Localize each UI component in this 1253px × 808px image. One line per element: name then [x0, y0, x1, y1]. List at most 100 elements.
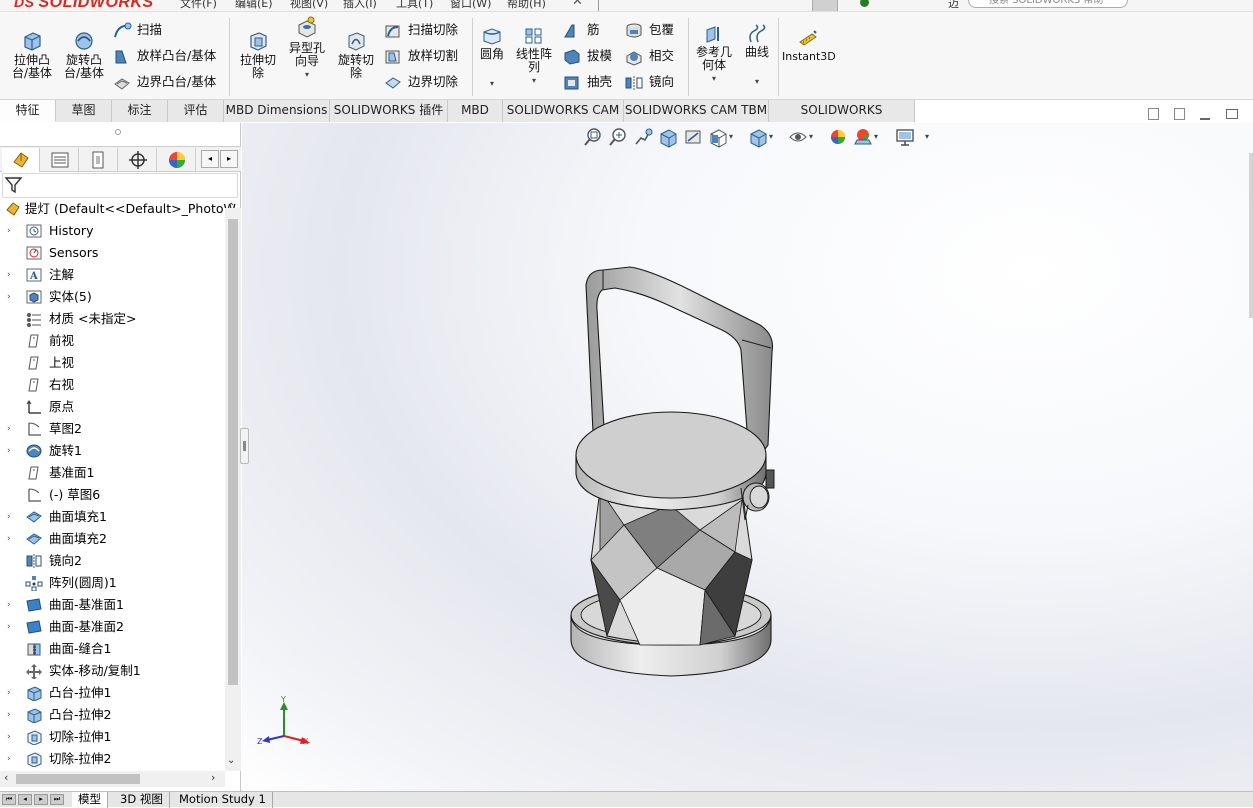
- fillet-dropdown[interactable]: ▾: [476, 77, 508, 90]
- pin-icon[interactable]: ✕: [572, 0, 583, 9]
- tab-markup[interactable]: 标注: [112, 100, 168, 122]
- search-input[interactable]: 搜索 SOLIDWORKS 帮助: [968, 0, 1128, 8]
- tree-item[interactable]: 镜向2: [0, 550, 225, 572]
- expand-arrow-icon[interactable]: ›: [7, 220, 11, 242]
- propertymanager-tab[interactable]: [41, 148, 79, 172]
- tree-item[interactable]: 曲面-缝合1: [0, 638, 225, 660]
- display-manager-tab[interactable]: [158, 148, 196, 172]
- first-tab-icon[interactable]: ⏮: [2, 794, 16, 805]
- tree-item[interactable]: › 曲面-基准面1: [0, 594, 225, 616]
- apply-scene-icon[interactable]: [853, 126, 873, 148]
- view-settings-dropdown[interactable]: ▾: [925, 132, 929, 141]
- tab-features[interactable]: 特征: [0, 100, 56, 122]
- tree-item[interactable]: (-) 草图6: [0, 484, 225, 506]
- expand-arrow-icon[interactable]: ›: [7, 726, 11, 748]
- dynamic-annotation-icon[interactable]: [683, 126, 703, 148]
- view-orientation-dropdown[interactable]: ▾: [729, 132, 733, 141]
- extrude-cut-button[interactable]: 拉伸切除: [235, 30, 281, 80]
- scroll-left-button[interactable]: ◂: [201, 150, 219, 168]
- expand-arrow-icon[interactable]: ›: [7, 506, 11, 528]
- tree-item[interactable]: › 曲面填充2: [0, 528, 225, 550]
- linear-pattern-dropdown[interactable]: ▾: [512, 74, 556, 87]
- shell-button[interactable]: 抽壳: [562, 72, 612, 92]
- mirror-button[interactable]: 镜向: [624, 72, 674, 92]
- wrap-button[interactable]: 包覆: [624, 20, 674, 40]
- intersect-button[interactable]: 相交: [624, 46, 674, 66]
- panel-grip-icon[interactable]: [115, 129, 121, 135]
- draft-button[interactable]: 拔模: [562, 46, 612, 66]
- expand-arrow-icon[interactable]: ›: [7, 616, 11, 638]
- tree-item[interactable]: 实体-移动/复制1: [0, 660, 225, 682]
- tree-root[interactable]: 提灯 (Default<<Default>_PhotoW ⌃: [0, 198, 236, 220]
- viewport-scrollbar[interactable]: [1249, 153, 1253, 318]
- tree-filter[interactable]: [2, 173, 238, 198]
- tree-item[interactable]: › 草图2: [0, 418, 225, 440]
- view-orientation-icon[interactable]: [708, 126, 728, 148]
- edit-appearance-icon[interactable]: [828, 126, 848, 148]
- tree-item[interactable]: Sensors: [0, 242, 225, 264]
- loft-boss-button[interactable]: 放样凸台/基体: [112, 46, 216, 66]
- menu-tools[interactable]: 工具(T): [396, 0, 433, 11]
- revolve-cut-button[interactable]: 旋转切除: [333, 30, 379, 80]
- boundary-cut-button[interactable]: 边界切除: [383, 72, 458, 92]
- last-tab-icon[interactable]: ⏭: [50, 794, 64, 805]
- tab-mbd-dimensions[interactable]: MBD Dimensions: [224, 100, 330, 122]
- menu-edit[interactable]: 编辑(E): [235, 0, 273, 11]
- expand-arrow-icon[interactable]: ›: [7, 528, 11, 550]
- tree-item[interactable]: 右视: [0, 374, 225, 396]
- solidworks-logo[interactable]: DS SOLIDWORKS: [14, 0, 154, 11]
- tree-item[interactable]: 上视: [0, 352, 225, 374]
- hide-show-items-icon[interactable]: [788, 126, 808, 148]
- tree-item[interactable]: 阵列(圆周)1: [0, 572, 225, 594]
- tree-item[interactable]: › A 注解: [0, 264, 225, 286]
- tab-sketch[interactable]: 草图: [56, 100, 112, 122]
- panel-collapse-handle[interactable]: [240, 428, 249, 464]
- fillet-button[interactable]: 圆角 ▾: [476, 26, 508, 90]
- featuremanager-tab[interactable]: [2, 148, 40, 172]
- sweep-button[interactable]: 扫描: [112, 20, 162, 40]
- boundary-boss-button[interactable]: 边界凸台/基体: [112, 72, 216, 92]
- tab-solidworks-addins[interactable]: SOLIDWORKS 插件: [330, 100, 448, 122]
- linear-pattern-button[interactable]: 线性阵列 ▾: [512, 26, 556, 87]
- menu-view[interactable]: 视图(V): [290, 0, 328, 11]
- tab-mbd[interactable]: MBD: [448, 100, 503, 122]
- tree-item[interactable]: › 实体(5): [0, 286, 225, 308]
- expand-arrow-icon[interactable]: ›: [7, 440, 11, 462]
- minimize-icon[interactable]: [1200, 118, 1210, 120]
- zoom-to-fit-icon[interactable]: [583, 126, 603, 148]
- expand-arrow-icon[interactable]: ›: [7, 748, 11, 770]
- tree-item[interactable]: › History: [0, 220, 225, 242]
- restore-left-icon[interactable]: [1148, 108, 1159, 120]
- curves-dropdown[interactable]: ▾: [740, 75, 774, 88]
- curves-button[interactable]: 曲线 ▾: [740, 24, 774, 88]
- display-style-icon[interactable]: [748, 126, 768, 148]
- tree-horizontal-scroll-thumb[interactable]: [16, 774, 140, 784]
- rib-button[interactable]: 筋: [562, 20, 600, 40]
- tree-item[interactable]: › 旋转1: [0, 440, 225, 462]
- expand-arrow-icon[interactable]: ›: [7, 594, 11, 616]
- reference-geometry-dropdown[interactable]: ▾: [692, 72, 736, 85]
- scroll-left-icon[interactable]: ‹: [4, 771, 8, 784]
- tree-item[interactable]: › 切除-拉伸2: [0, 748, 225, 770]
- expand-arrow-icon[interactable]: ›: [7, 264, 11, 286]
- tree-item[interactable]: › 切除-拉伸1: [0, 726, 225, 748]
- tree-item[interactable]: 前视: [0, 330, 225, 352]
- hole-wizard-button[interactable]: 异型孔向导 ▾: [284, 16, 330, 81]
- expand-arrow-icon[interactable]: ›: [7, 682, 11, 704]
- expand-arrow-icon[interactable]: ›: [7, 704, 11, 726]
- menu-insert[interactable]: 插入(I): [343, 0, 377, 11]
- tab-model[interactable]: 模型: [72, 792, 108, 808]
- maximize-icon[interactable]: [1226, 109, 1238, 119]
- tab-motion-study[interactable]: Motion Study 1: [173, 792, 273, 808]
- expand-arrow-icon[interactable]: ›: [7, 286, 11, 308]
- tab-solidworks-cam-tbm[interactable]: SOLIDWORKS CAM TBM: [624, 100, 769, 122]
- graphics-area[interactable]: Y X Z: [242, 123, 1253, 791]
- tree-item[interactable]: › 凸台-拉伸1: [0, 682, 225, 704]
- tree-item[interactable]: 材质 <未指定>: [0, 308, 225, 330]
- hole-wizard-dropdown[interactable]: ▾: [284, 68, 330, 81]
- hide-show-dropdown[interactable]: ▾: [809, 132, 813, 141]
- tree-item[interactable]: › 曲面-基准面2: [0, 616, 225, 638]
- display-style-dropdown[interactable]: ▾: [769, 132, 773, 141]
- tree-item[interactable]: 原点: [0, 396, 225, 418]
- tab-solidworks-inspection[interactable]: SOLIDWORKS Inspection: [769, 100, 915, 138]
